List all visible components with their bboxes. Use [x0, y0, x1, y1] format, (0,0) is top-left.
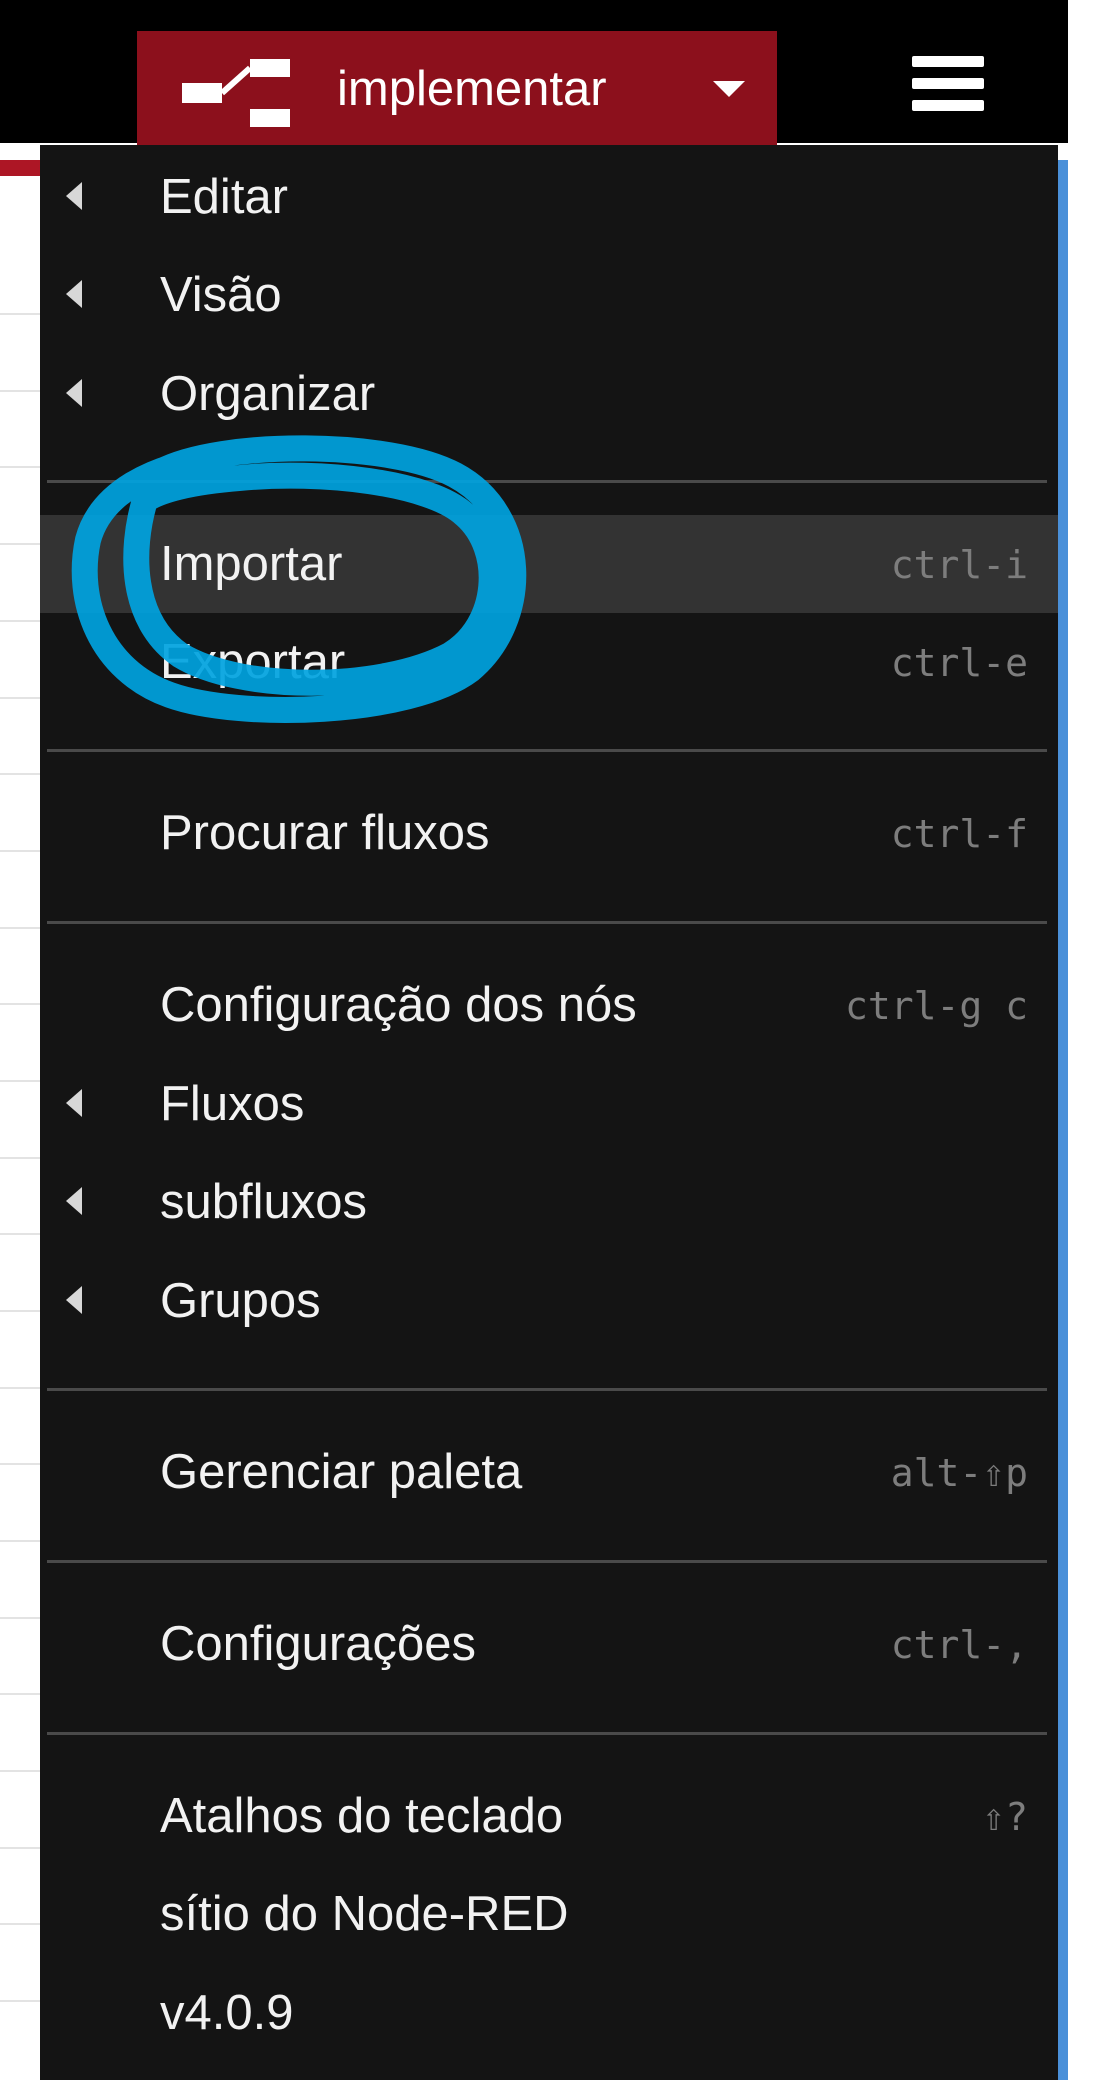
menu-item-label: Atalhos do teclado: [160, 1789, 564, 1843]
grid-line: [0, 390, 40, 392]
menu-item-label: Procurar fluxos: [160, 806, 490, 860]
menu-item-label: Exportar: [160, 635, 346, 689]
menu-item-label: subfluxos: [160, 1175, 368, 1229]
grid-line: [0, 313, 40, 315]
menu-item-label: sítio do Node-RED: [160, 1887, 569, 1941]
menu-item-shortcut: alt-⇧p: [890, 1451, 1028, 1495]
grid-line: [0, 773, 40, 775]
menu-divider: [47, 480, 1047, 483]
grid-line: [0, 466, 40, 468]
menu-item-version[interactable]: v4.0.9: [40, 1964, 1058, 2062]
menu-item-subfluxos[interactable]: subfluxos: [40, 1153, 1058, 1251]
grid-line: [0, 1847, 40, 1849]
chevron-left-icon: [66, 1187, 82, 1215]
chevron-left-icon: [66, 280, 82, 308]
header-bar: implementar: [0, 0, 1068, 145]
menu-item-shortcut: ⇧?: [982, 1795, 1028, 1839]
menu-item-configuracao-nos[interactable]: Configuração dos nós ctrl-g c: [40, 956, 1058, 1054]
menu-item-procurar-fluxos[interactable]: Procurar fluxos ctrl-f: [40, 784, 1058, 882]
menu-divider: [47, 749, 1047, 752]
grid-line: [0, 1003, 40, 1005]
grid-line: [0, 620, 40, 622]
grid-line: [0, 927, 40, 929]
menu-divider: [47, 921, 1047, 924]
menu-item-editar[interactable]: Editar: [40, 148, 1058, 246]
menu-item-organizar[interactable]: Organizar: [40, 345, 1058, 443]
menu-item-shortcut: ctrl-g c: [844, 984, 1028, 1028]
grid-line: [0, 850, 40, 852]
grid-line: [0, 1387, 40, 1389]
chevron-left-icon: [66, 1089, 82, 1117]
chevron-left-icon: [66, 1286, 82, 1314]
menu-item-grupos[interactable]: Grupos: [40, 1252, 1058, 1350]
menu-item-fluxos[interactable]: Fluxos: [40, 1055, 1058, 1153]
workspace-background: [0, 176, 40, 2080]
menu-item-label: Importar: [160, 537, 343, 591]
menu-divider: [47, 1732, 1047, 1735]
menu-divider: [47, 1388, 1047, 1391]
menu-item-label: Gerenciar paleta: [160, 1445, 523, 1499]
grid-line: [0, 1770, 40, 1772]
hamburger-icon[interactable]: [912, 56, 984, 112]
menu-item-configuracoes[interactable]: Configurações ctrl-,: [40, 1595, 1058, 1693]
grid-line: [0, 1463, 40, 1465]
grid-line: [0, 1310, 40, 1312]
grid-line: [0, 1617, 40, 1619]
deploy-button[interactable]: implementar: [137, 31, 777, 145]
menu-item-shortcut: ctrl-,: [890, 1623, 1028, 1667]
chevron-left-icon: [66, 379, 82, 407]
menu-item-exportar[interactable]: Exportar ctrl-e: [40, 613, 1058, 711]
menu-item-shortcut: ctrl-f: [890, 812, 1028, 856]
menu-item-label: Configurações: [160, 1617, 476, 1671]
chevron-left-icon: [66, 182, 82, 210]
grid-line: [0, 1233, 40, 1235]
grid-line: [0, 1693, 40, 1695]
menu-item-node-red-site[interactable]: sítio do Node-RED: [40, 1865, 1058, 1963]
page-edge: [1068, 0, 1104, 2080]
grid-line: [0, 1080, 40, 1082]
menu-item-gerenciar-paleta[interactable]: Gerenciar paleta alt-⇧p: [40, 1423, 1058, 1521]
menu-item-label: Configuração dos nós: [160, 978, 637, 1032]
chevron-down-icon[interactable]: [713, 81, 745, 97]
menu-item-visao[interactable]: Visão: [40, 246, 1058, 344]
menu-item-label: Grupos: [160, 1274, 321, 1328]
menu-item-shortcut: ctrl-e: [890, 641, 1028, 685]
menu-item-atalhos[interactable]: Atalhos do teclado ⇧?: [40, 1767, 1058, 1865]
grid-line: [0, 2000, 40, 2002]
grid-line: [0, 1540, 40, 1542]
menu-item-shortcut: ctrl-i: [890, 543, 1028, 587]
menu-item-label: Fluxos: [160, 1077, 305, 1131]
grid-line: [0, 1923, 40, 1925]
menu-item-label: Organizar: [160, 367, 376, 421]
menu-item-label: v4.0.9: [160, 1986, 294, 2040]
menu-divider: [47, 1560, 1047, 1563]
deploy-label: implementar: [337, 62, 607, 116]
sidebar-edge: [1058, 160, 1068, 2080]
grid-line: [0, 1157, 40, 1159]
main-menu: Editar Visão Organizar Importar ctrl-i E…: [40, 145, 1058, 2080]
menu-item-importar[interactable]: Importar ctrl-i: [40, 515, 1058, 613]
menu-item-label: Editar: [160, 170, 289, 224]
grid-line: [0, 543, 40, 545]
deploy-icon: [182, 59, 290, 127]
menu-item-label: Visão: [160, 268, 282, 322]
grid-line: [0, 697, 40, 699]
